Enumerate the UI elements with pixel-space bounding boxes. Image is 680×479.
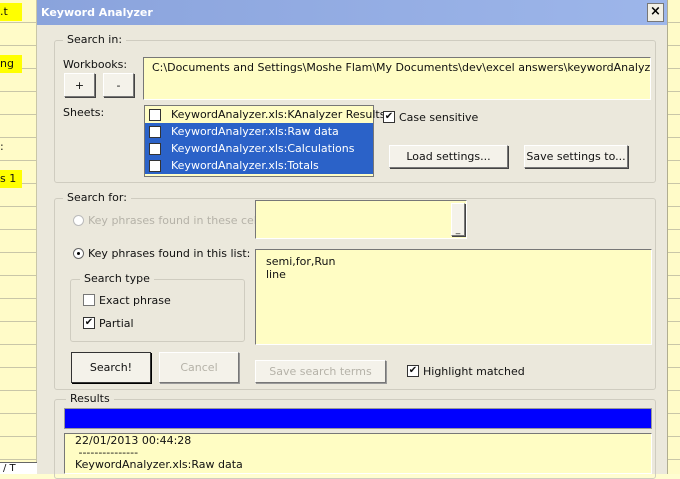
- title-bar[interactable]: Keyword Analyzer: [37, 0, 667, 25]
- spreadsheet-cell[interactable]: ng: [0, 55, 22, 73]
- highlight-matched-label: Highlight matched: [423, 365, 525, 378]
- sheets-label: Sheets:: [63, 106, 105, 119]
- add-workbook-button[interactable]: +: [64, 73, 95, 97]
- phrases-textarea[interactable]: semi,for,Run line: [255, 249, 652, 345]
- save-search-terms-button[interactable]: Save search terms: [255, 360, 386, 383]
- spreadsheet-cell[interactable]: t.: [0, 3, 22, 21]
- search-type-group: [70, 279, 245, 342]
- search-for-legend: Search for:: [63, 191, 131, 204]
- exact-phrase-label: Exact phrase: [99, 294, 171, 307]
- sheet-name: KeywordAnalyzer.xls:Raw data: [171, 125, 339, 138]
- result-line: 22/01/2013 00:44:28: [75, 434, 192, 447]
- case-sensitive-checkbox[interactable]: ✔: [383, 111, 395, 123]
- save-settings-button[interactable]: Save settings to...: [524, 145, 628, 168]
- sheet-name: KeywordAnalyzer.xls:Calculations: [171, 142, 355, 155]
- workbooks-label: Workbooks:: [63, 58, 128, 71]
- sheet-item[interactable]: ✔ KeywordAnalyzer.xls:Raw data: [145, 123, 373, 140]
- spreadsheet-background-right: [667, 0, 680, 474]
- sheet-item[interactable]: ✔ KeywordAnalyzer.xls:Totals: [145, 157, 373, 174]
- exact-phrase-checkbox[interactable]: [83, 294, 95, 306]
- close-button[interactable]: ×: [647, 3, 664, 22]
- results-legend: Results: [66, 392, 114, 405]
- spreadsheet-cell[interactable]: :: [0, 138, 22, 156]
- sheets-list[interactable]: KeywordAnalyzer.xls:KAnalyzer Results ✔ K…: [144, 105, 385, 177]
- sheet-tab[interactable]: / T: [0, 462, 37, 474]
- case-sensitive-label: Case sensitive: [399, 111, 479, 124]
- browse-cells-button[interactable]: _: [451, 203, 465, 236]
- progress-fill: [65, 409, 651, 428]
- list-radio[interactable]: [73, 248, 84, 259]
- sheet-name: KeywordAnalyzer.xls:KAnalyzer Results: [171, 108, 386, 121]
- load-settings-button[interactable]: Load settings...: [389, 145, 508, 168]
- cells-input[interactable]: [255, 200, 467, 239]
- results-output[interactable]: 22/01/2013 00:44:28 --------------- Keyw…: [64, 433, 652, 474]
- cells-option-label: Key phrases found in these cells:: [88, 214, 270, 227]
- remove-workbook-button[interactable]: -: [103, 73, 134, 97]
- sheet-item[interactable]: KeywordAnalyzer.xls:KAnalyzer Results: [145, 106, 385, 123]
- sheet-checkbox[interactable]: ✔: [149, 126, 161, 138]
- sheet-checkbox[interactable]: ✔: [149, 143, 161, 155]
- partial-checkbox[interactable]: ✔: [83, 317, 95, 329]
- progress-bar: [64, 408, 652, 429]
- search-button[interactable]: Search!: [71, 352, 151, 383]
- partial-label: Partial: [99, 317, 134, 330]
- search-in-legend: Search in:: [63, 33, 127, 46]
- cancel-button[interactable]: Cancel: [159, 352, 239, 383]
- list-option-label: Key phrases found in this list:: [88, 247, 251, 260]
- workbooks-list[interactable]: C:\Documents and Settings\Moshe Flam\My …: [143, 57, 651, 100]
- spreadsheet-cell[interactable]: s 1: [0, 170, 22, 188]
- sheet-checkbox[interactable]: ✔: [149, 160, 161, 172]
- search-type-legend: Search type: [80, 272, 154, 285]
- highlight-matched-checkbox[interactable]: ✔: [407, 365, 419, 377]
- sheet-name: KeywordAnalyzer.xls:Totals: [171, 159, 319, 172]
- sheet-checkbox[interactable]: [149, 109, 161, 121]
- cells-radio[interactable]: [73, 215, 84, 226]
- sheet-item[interactable]: ✔ KeywordAnalyzer.xls:Calculations: [145, 140, 373, 157]
- result-line: KeywordAnalyzer.xls:Raw data: [75, 458, 243, 471]
